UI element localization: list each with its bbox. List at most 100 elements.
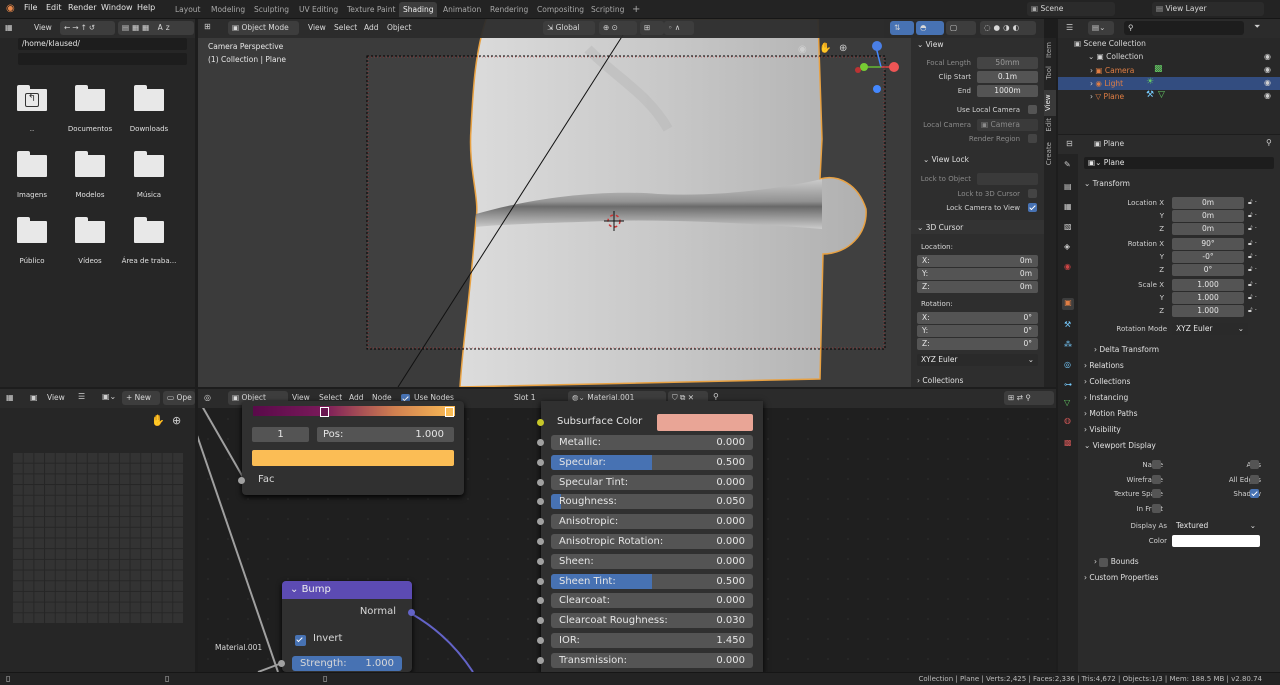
orientation-selector[interactable]: ⇲ Global bbox=[543, 21, 595, 35]
physics-tab-icon[interactable]: ◎ bbox=[1064, 360, 1071, 369]
scale-z-field[interactable]: 1.000 bbox=[1172, 305, 1244, 317]
rotation-y-field[interactable]: -0° bbox=[1172, 251, 1244, 263]
scene-selector[interactable]: ▣ Scene bbox=[1027, 2, 1115, 16]
bsdf-input-socket[interactable] bbox=[537, 439, 544, 446]
bsdf-input-socket[interactable] bbox=[537, 538, 544, 545]
cursor-rotation-mode[interactable]: XYZ Euler ⌄ bbox=[917, 354, 1038, 366]
render-tab-icon[interactable]: ▤ bbox=[1064, 182, 1072, 191]
rotation-mode-select[interactable]: XYZ Euler ⌄ bbox=[1172, 323, 1248, 335]
cursor-rotation-y[interactable]: Y: 0° bbox=[917, 325, 1038, 337]
color-ramp-node[interactable]: 1 Pos: 1.000 Fac bbox=[238, 401, 464, 495]
outliner-row-plane[interactable]: › ▽ Plane ⚒ ▽ ◉ bbox=[1058, 90, 1280, 103]
new-image-button[interactable]: + New bbox=[122, 391, 160, 405]
menu-render[interactable]: Render bbox=[68, 3, 96, 12]
outliner-row-light[interactable]: › ◉ Light ☀ ◉ bbox=[1058, 77, 1280, 90]
cursor-location-x[interactable]: X: 0m bbox=[917, 255, 1038, 267]
view-panel-header[interactable]: ⌄ View bbox=[917, 40, 943, 49]
node-tools[interactable]: ⊞ ⇄ ⚲ bbox=[1004, 391, 1054, 405]
file-view-menu[interactable]: View bbox=[34, 23, 52, 32]
bounds-row[interactable]: › Bounds bbox=[1094, 557, 1139, 567]
visibility-eye-icon[interactable]: ◉ bbox=[1264, 65, 1271, 74]
constraints-tab-icon[interactable]: ⊶ bbox=[1064, 380, 1072, 389]
blender-logo-icon[interactable]: ◉ bbox=[6, 3, 15, 14]
color-ramp-gradient[interactable] bbox=[253, 406, 455, 416]
view-layer-selector[interactable]: ▤ View Layer bbox=[1152, 2, 1264, 16]
visibility-eye-icon[interactable]: ◉ bbox=[1264, 91, 1271, 100]
lock-to-object-field[interactable] bbox=[977, 173, 1038, 185]
viewport-menu-object[interactable]: Object bbox=[387, 23, 411, 32]
bsdf-input-field[interactable]: Transmission: 0.000 bbox=[551, 652, 753, 668]
tab-sculpting[interactable]: Sculpting bbox=[250, 2, 293, 17]
lock-icon[interactable]: 🔓︎ ⋅ bbox=[1248, 239, 1257, 248]
use-local-camera-checkbox[interactable] bbox=[1028, 105, 1037, 114]
data-tab-icon[interactable]: ▽ bbox=[1064, 398, 1070, 407]
bsdf-input-field[interactable]: Roughness: 0.050 bbox=[551, 494, 753, 510]
tab-modeling[interactable]: Modeling bbox=[207, 2, 249, 17]
image-view-menu[interactable]: View bbox=[47, 393, 65, 402]
cursor-panel-header[interactable]: ⌄ 3D Cursor bbox=[911, 220, 1044, 234]
texture-tab-icon[interactable]: ▩ bbox=[1064, 438, 1072, 447]
scale-y-field[interactable]: 1.000 bbox=[1172, 292, 1244, 304]
bsdf-input-socket[interactable] bbox=[537, 577, 544, 585]
tab-animation[interactable]: Animation bbox=[439, 2, 485, 17]
display-as-select[interactable]: Textured ⌄ bbox=[1172, 520, 1260, 532]
lock-icon[interactable]: 🔓︎ ⋅ bbox=[1248, 293, 1257, 302]
cursor-rotation-z[interactable]: Z: 0° bbox=[917, 338, 1038, 350]
rotation-z-field[interactable]: 0° bbox=[1172, 264, 1244, 276]
fac-input-socket[interactable] bbox=[238, 477, 245, 484]
image-browse-icon[interactable]: ▣⌄ bbox=[102, 392, 116, 401]
filter-icon[interactable]: ⏷ bbox=[1254, 22, 1260, 32]
vd-name-checkbox[interactable] bbox=[1152, 460, 1161, 469]
normal-output-socket[interactable] bbox=[408, 609, 415, 616]
visibility-eye-icon[interactable]: ◉ bbox=[1264, 78, 1271, 87]
viewport-menu-add[interactable]: Add bbox=[364, 23, 379, 32]
object-color-swatch[interactable] bbox=[1172, 535, 1260, 547]
mode-selector[interactable]: ▣ Object Mode bbox=[228, 21, 299, 35]
viewport-menu-select[interactable]: Select bbox=[334, 23, 357, 32]
lock-icon[interactable]: 🔓︎ ⋅ bbox=[1248, 280, 1257, 289]
hamburger-menu-icon[interactable]: ☰ bbox=[78, 392, 85, 401]
lock-icon[interactable]: 🔓︎ ⋅ bbox=[1248, 211, 1257, 220]
pivot-snap-buttons[interactable]: ⊕ ⊙ bbox=[599, 21, 637, 35]
material-tab-icon[interactable]: ◍ bbox=[1064, 416, 1071, 425]
tab-uv-editing[interactable]: UV Editing bbox=[295, 2, 342, 17]
open-image-button[interactable]: ▭ Ope bbox=[163, 391, 195, 405]
invert-checkbox[interactable] bbox=[295, 635, 306, 646]
bsdf-input-field[interactable]: Clearcoat Roughness: 0.030 bbox=[551, 613, 753, 629]
bsdf-input-socket[interactable] bbox=[537, 478, 544, 486]
lock-icon[interactable]: 🔓︎ ⋅ bbox=[1248, 252, 1257, 261]
properties-type-icon[interactable]: ⊟ bbox=[1066, 139, 1073, 148]
tab-view[interactable]: View bbox=[1044, 90, 1056, 116]
editor-type-icon[interactable]: ⊞ bbox=[204, 22, 211, 31]
vd-shadow-checkbox[interactable] bbox=[1250, 489, 1259, 498]
transform-panel-header[interactable]: ⌄ Transform bbox=[1084, 179, 1130, 188]
shading-mode-buttons[interactable]: ◌●◑◐ bbox=[980, 21, 1036, 35]
bsdf-input-socket[interactable] bbox=[537, 656, 544, 664]
clip-start-field[interactable]: 0.1m bbox=[977, 71, 1038, 83]
local-camera-field[interactable]: ▣ Camera bbox=[977, 119, 1038, 131]
cursor-location-z[interactable]: Z: 0m bbox=[917, 281, 1038, 293]
collection-row[interactable]: ⌄ ▣ Collection bbox=[1088, 52, 1143, 61]
custom-properties-header[interactable]: › Custom Properties bbox=[1084, 573, 1158, 582]
node-editor[interactable]: ◎ ▣ Object View Select Add Node Use Node… bbox=[198, 389, 1056, 672]
rotation-x-field[interactable]: 90° bbox=[1172, 238, 1244, 250]
uv-grid[interactable] bbox=[12, 452, 183, 623]
gizmo-toggle[interactable]: ⇅ bbox=[890, 21, 914, 35]
location-z-field[interactable]: 0m bbox=[1172, 223, 1244, 235]
object-tab-icon[interactable]: ▣ bbox=[1062, 298, 1074, 310]
tab-item[interactable]: Item bbox=[1045, 42, 1053, 58]
bump-node[interactable]: ⌄ Bump Normal Invert Strength: 1.000 bbox=[278, 581, 415, 672]
view-lock-header[interactable]: ⌄ View Lock bbox=[923, 155, 969, 164]
view-layer-tab-icon[interactable]: ▧ bbox=[1064, 222, 1072, 231]
scale-x-field[interactable]: 1.000 bbox=[1172, 279, 1244, 291]
tab-layout[interactable]: Layout bbox=[171, 2, 205, 17]
lock-icon[interactable]: 🔓︎ ⋅ bbox=[1248, 224, 1257, 233]
menu-help[interactable]: Help bbox=[137, 3, 155, 12]
vd-wireframe-checkbox[interactable] bbox=[1152, 475, 1161, 484]
lock-to-3d-cursor-checkbox[interactable] bbox=[1028, 189, 1037, 198]
editor-type-icon[interactable]: ▦ bbox=[5, 23, 13, 32]
tab-scripting[interactable]: Scripting bbox=[587, 2, 628, 17]
vd-axis-checkbox[interactable] bbox=[1250, 460, 1259, 469]
tab-rendering[interactable]: Rendering bbox=[486, 2, 532, 17]
lock-icon[interactable]: 🔓︎ ⋅ bbox=[1248, 306, 1257, 315]
